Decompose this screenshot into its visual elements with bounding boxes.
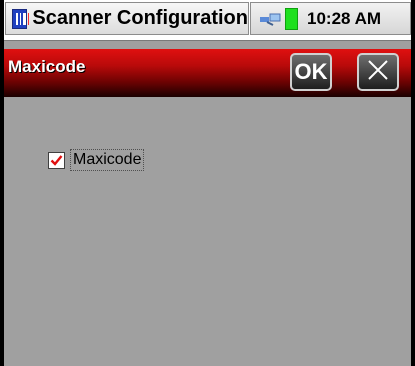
header-bar: Maxicode OK: [4, 49, 411, 97]
maxicode-checkbox-label[interactable]: Maxicode: [70, 149, 145, 171]
status-area[interactable]: 10:28 AM: [250, 2, 411, 35]
battery-icon[interactable]: [285, 7, 298, 30]
window-title-button[interactable]: Scanner Configuration: [5, 2, 249, 35]
maxicode-checkbox[interactable]: [48, 151, 65, 169]
content-area: Maxicode: [4, 97, 411, 366]
right-frame-edge: [411, 0, 415, 366]
close-icon: [366, 58, 390, 87]
close-button[interactable]: [357, 53, 399, 91]
ok-button[interactable]: OK: [290, 53, 332, 91]
window-title: Scanner Configuration: [32, 7, 248, 29]
checkmark-icon: [50, 154, 63, 166]
clock[interactable]: 10:28 AM: [307, 9, 381, 29]
connection-icon[interactable]: [259, 10, 281, 28]
app-icon: [12, 8, 29, 29]
maxicode-option[interactable]: Maxicode: [48, 149, 145, 171]
page-title: Maxicode: [8, 57, 86, 76]
taskbar: Scanner Configuration 10:28 AM: [4, 0, 411, 41]
